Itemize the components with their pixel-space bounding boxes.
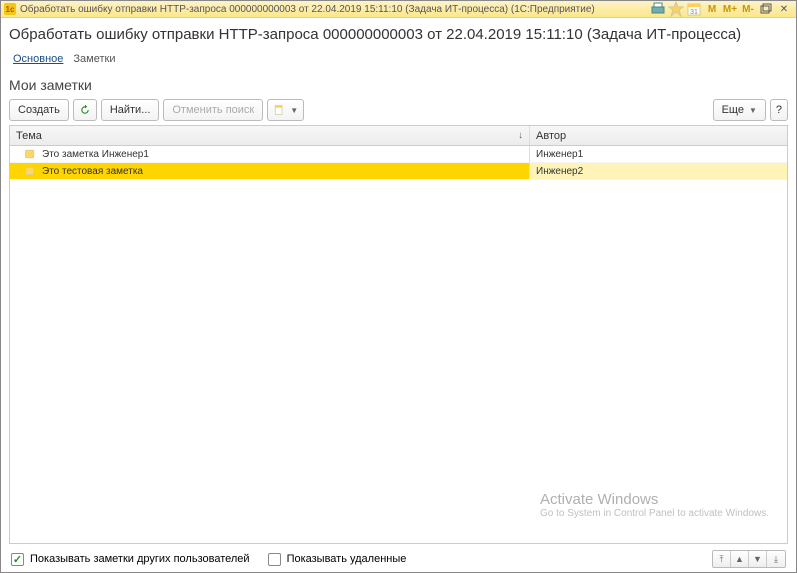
row-author: Инженер2 bbox=[536, 166, 583, 177]
titlebar-m-icon[interactable]: M bbox=[704, 2, 720, 16]
tabs: Основное Заметки bbox=[13, 53, 788, 67]
help-button[interactable]: ? bbox=[770, 99, 788, 121]
label-show-deleted: Показывать удаленные bbox=[287, 553, 407, 565]
table-body: Это заметка Инженер1 Инженер1 Это тестов… bbox=[10, 146, 787, 180]
titlebar-star-icon[interactable] bbox=[668, 2, 684, 16]
chevron-down-icon: ▼ bbox=[290, 106, 298, 115]
tab-notes[interactable]: Заметки bbox=[73, 53, 115, 67]
checkbox-show-deleted[interactable] bbox=[268, 553, 281, 566]
nav-button-group: ⤒ ▲ ▼ ⤓ bbox=[712, 550, 786, 568]
actions-dropdown-button[interactable]: ▼ bbox=[267, 99, 304, 121]
refresh-button[interactable] bbox=[73, 99, 97, 121]
titlebar-print-icon[interactable] bbox=[650, 2, 666, 16]
document-icon bbox=[273, 104, 285, 116]
checkbox-show-other-users[interactable] bbox=[11, 553, 24, 566]
more-button[interactable]: Еще ▼ bbox=[713, 99, 766, 121]
refresh-icon bbox=[79, 104, 91, 116]
toolbar: Создать Найти... Отменить поиск ▼ Еще ▼ … bbox=[9, 99, 788, 121]
chevron-down-icon: ▼ bbox=[749, 106, 757, 115]
nav-first-icon[interactable]: ⤒ bbox=[713, 551, 731, 567]
svg-text:31: 31 bbox=[690, 9, 698, 16]
footer: Показывать заметки других пользователей … bbox=[9, 544, 788, 572]
note-icon bbox=[24, 165, 36, 177]
row-theme: Это заметка Инженер1 bbox=[42, 149, 149, 160]
label-show-other-users: Показывать заметки других пользователей bbox=[30, 553, 250, 565]
column-header-author[interactable]: Автор bbox=[530, 126, 787, 145]
table-row[interactable]: Это тестовая заметка Инженер2 bbox=[10, 163, 787, 180]
find-button[interactable]: Найти... bbox=[101, 99, 160, 121]
row-theme: Это тестовая заметка bbox=[42, 166, 143, 177]
window-restore-icon[interactable] bbox=[758, 2, 774, 16]
section-title: Мои заметки bbox=[9, 77, 788, 93]
windows-watermark: Activate Windows Go to System in Control… bbox=[540, 491, 769, 519]
sort-arrow-icon: ↓ bbox=[518, 130, 523, 141]
notes-table: Тема ↓ Автор Это заметка Инженер1 Инжене… bbox=[9, 125, 788, 544]
column-header-author-label: Автор bbox=[536, 130, 566, 142]
app-icon: 1c bbox=[4, 3, 16, 15]
titlebar-m-minus-icon[interactable]: M- bbox=[740, 2, 756, 16]
window-close-icon[interactable]: ✕ bbox=[776, 2, 792, 16]
window-title: Обработать ошибку отправки HTTP-запроса … bbox=[20, 4, 595, 15]
note-icon bbox=[24, 148, 36, 160]
row-author: Инженер1 bbox=[536, 149, 583, 160]
page-title: Обработать ошибку отправки HTTP-запроса … bbox=[9, 26, 788, 43]
titlebar-m-plus-icon[interactable]: M+ bbox=[722, 2, 738, 16]
tab-main[interactable]: Основное bbox=[13, 53, 63, 67]
titlebar-calendar-icon[interactable]: 31 bbox=[686, 2, 702, 16]
nav-down-icon[interactable]: ▼ bbox=[749, 551, 767, 567]
column-header-theme-label: Тема bbox=[16, 130, 42, 142]
more-label: Еще bbox=[722, 104, 744, 116]
table-row[interactable]: Это заметка Инженер1 Инженер1 bbox=[10, 146, 787, 163]
nav-up-icon[interactable]: ▲ bbox=[731, 551, 749, 567]
window-titlebar: 1c Обработать ошибку отправки HTTP-запро… bbox=[1, 1, 796, 18]
create-button[interactable]: Создать bbox=[9, 99, 69, 121]
nav-last-icon[interactable]: ⤓ bbox=[767, 551, 785, 567]
cancel-search-button[interactable]: Отменить поиск bbox=[163, 99, 263, 121]
table-header: Тема ↓ Автор bbox=[10, 126, 787, 146]
column-header-theme[interactable]: Тема ↓ bbox=[10, 126, 530, 145]
